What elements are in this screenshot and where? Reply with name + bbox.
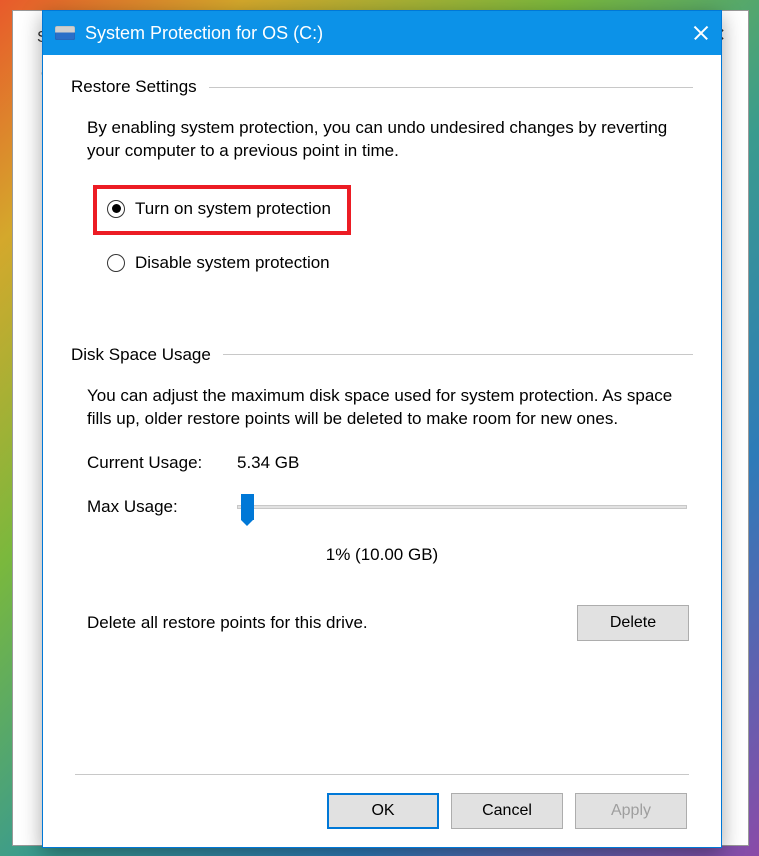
- footer-divider: [75, 774, 689, 775]
- titlebar[interactable]: System Protection for OS (C:): [43, 11, 721, 55]
- max-usage-row: Max Usage:: [87, 497, 693, 517]
- delete-row: Delete all restore points for this drive…: [87, 605, 689, 641]
- slider-value-display: 1% (10.00 GB): [71, 545, 693, 565]
- radio-disable-label: Disable system protection: [135, 253, 330, 273]
- close-button[interactable]: [681, 11, 721, 55]
- apply-button[interactable]: Apply: [575, 793, 687, 829]
- close-icon: [694, 26, 708, 40]
- radio-turn-on-label: Turn on system protection: [135, 199, 331, 219]
- delete-description: Delete all restore points for this drive…: [87, 613, 368, 633]
- spacer: [71, 273, 693, 345]
- radio-turn-on[interactable]: Turn on system protection: [107, 199, 331, 219]
- slider-thumb-tip: [241, 520, 253, 526]
- current-usage-row: Current Usage: 5.34 GB: [87, 453, 693, 473]
- dialog-footer: OK Cancel Apply: [71, 793, 693, 829]
- radio-icon: [107, 200, 125, 218]
- slider-thumb[interactable]: [241, 494, 254, 520]
- ok-button[interactable]: OK: [327, 793, 439, 829]
- dialog-title: System Protection for OS (C:): [85, 23, 681, 44]
- disk-description: You can adjust the maximum disk space us…: [87, 385, 689, 431]
- delete-button[interactable]: Delete: [577, 605, 689, 641]
- restore-settings-title: Restore Settings: [71, 77, 197, 97]
- max-usage-label: Max Usage:: [87, 497, 237, 517]
- system-protection-dialog: System Protection for OS (C:) Restore Se…: [42, 10, 722, 848]
- drive-icon: [55, 26, 75, 40]
- radio-icon: [107, 254, 125, 272]
- current-usage-label: Current Usage:: [87, 453, 237, 473]
- cancel-button[interactable]: Cancel: [451, 793, 563, 829]
- flex-spacer: [71, 641, 693, 748]
- radio-disable[interactable]: Disable system protection: [107, 253, 693, 273]
- disk-space-title: Disk Space Usage: [71, 345, 211, 365]
- restore-settings-header: Restore Settings: [71, 77, 693, 97]
- current-usage-value: 5.34 GB: [237, 453, 299, 473]
- highlight-box: Turn on system protection: [93, 185, 351, 235]
- disk-space-header: Disk Space Usage: [71, 345, 693, 365]
- restore-description: By enabling system protection, you can u…: [87, 117, 689, 163]
- divider: [223, 354, 693, 355]
- radio-selected-dot: [112, 204, 121, 213]
- max-usage-slider[interactable]: [237, 505, 687, 509]
- divider: [209, 87, 693, 88]
- dialog-content: Restore Settings By enabling system prot…: [43, 55, 721, 847]
